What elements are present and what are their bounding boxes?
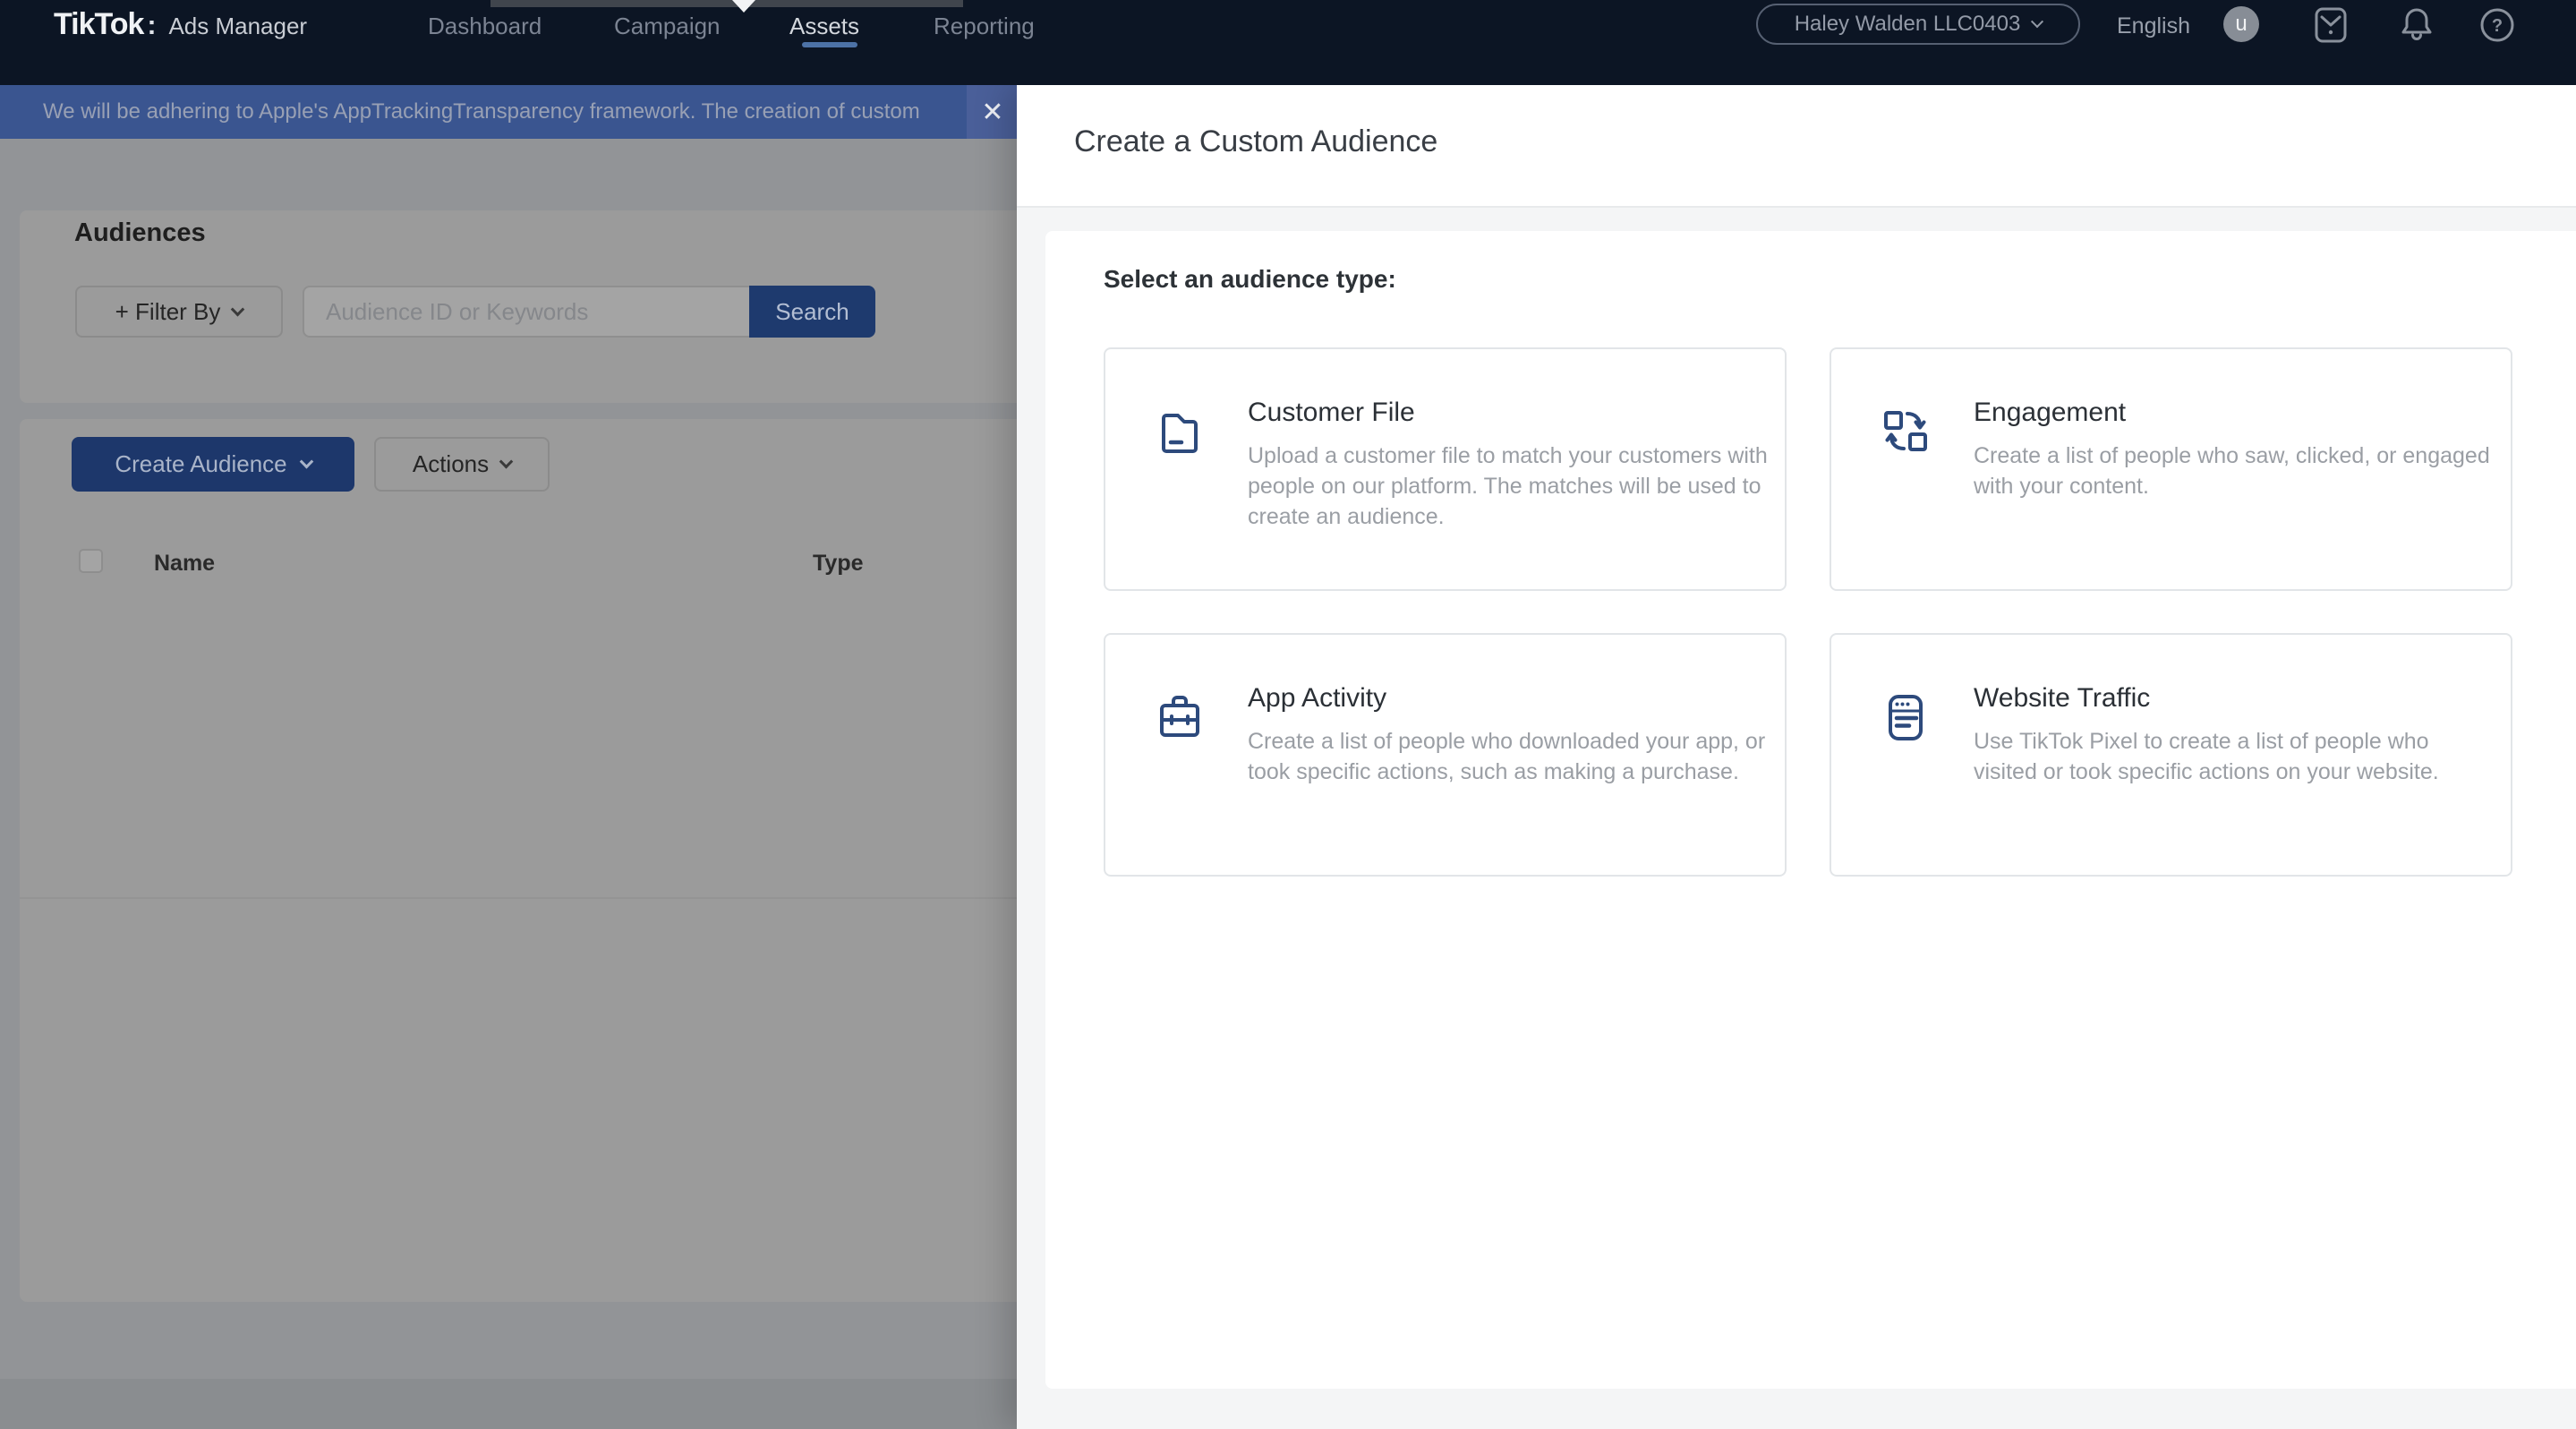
mail-icon (2313, 5, 2349, 45)
chevron-down-icon (499, 455, 514, 469)
search-placeholder: Audience ID or Keywords (326, 298, 588, 326)
nav-item-campaign[interactable]: Campaign (614, 13, 721, 40)
help-button[interactable]: ? (2479, 7, 2515, 43)
notifications-button[interactable] (2399, 7, 2435, 43)
cursor-artifact (732, 0, 755, 13)
nav-item-reporting[interactable]: Reporting (934, 13, 1035, 40)
audience-type-card-website-traffic[interactable]: Website Traffic Use TikTok Pixel to crea… (1830, 633, 2512, 877)
account-name: Haley Walden LLC0403 (1795, 12, 2021, 37)
table-divider (20, 897, 1040, 899)
logo-suffix: Ads Manager (168, 13, 307, 40)
audience-type-card-customer-file[interactable]: Customer File Upload a customer file to … (1104, 347, 1787, 591)
bell-icon (2399, 5, 2435, 45)
search-button[interactable]: Search (749, 286, 875, 338)
page-title: Audiences (74, 218, 206, 248)
banner-close-button[interactable]: ✕ (967, 85, 1019, 139)
nav-item-assets[interactable]: Assets (789, 13, 859, 40)
column-header-type[interactable]: Type (813, 551, 864, 577)
top-nav: TikTok : Ads Manager Dashboard Campaign … (0, 0, 2576, 85)
tiktok-ads-manager-logo[interactable]: TikTok : Ads Manager (54, 7, 307, 42)
card-title: Engagement (1974, 396, 2126, 430)
create-audience-button[interactable]: Create Audience (72, 437, 354, 492)
close-icon: ✕ (981, 97, 1003, 128)
language-selector[interactable]: English (2117, 13, 2190, 39)
audience-type-card-app-activity[interactable]: App Activity Create a list of people who… (1104, 633, 1787, 877)
card-description: Create a list of people who downloaded y… (1248, 726, 1769, 787)
help-icon: ? (2478, 6, 2516, 44)
svg-text:?: ? (2492, 16, 2503, 36)
card-title: App Activity (1248, 681, 1386, 715)
chevron-down-icon (2031, 15, 2043, 28)
account-selector[interactable]: Haley Walden LLC0403 (1756, 4, 2080, 45)
logo-colon: : (147, 11, 156, 41)
browser-window-icon (1879, 690, 1932, 744)
select-all-checkbox[interactable] (79, 549, 103, 573)
search-input[interactable]: Audience ID or Keywords (303, 286, 749, 338)
top-edge-artifact (490, 0, 963, 7)
card-description: Upload a customer file to match your cus… (1248, 441, 1769, 532)
active-tab-underline (802, 42, 857, 47)
actions-button[interactable]: Actions (374, 437, 550, 492)
chevron-down-icon (231, 302, 245, 316)
inbox-button[interactable] (2313, 7, 2349, 43)
create-audience-drawer: Create a Custom Audience Select an audie… (1017, 85, 2576, 1429)
audience-type-card-engagement[interactable]: Engagement Create a list of people who s… (1830, 347, 2512, 591)
folder-file-icon (1153, 405, 1207, 458)
audience-type-prompt: Select an audience type: (1104, 265, 1396, 294)
chevron-down-icon (299, 455, 313, 469)
drawer-title: Create a Custom Audience (1074, 124, 1437, 159)
avatar[interactable]: u (2223, 6, 2259, 42)
card-description: Create a list of people who saw, clicked… (1974, 441, 2495, 501)
notification-banner: We will be adhering to Apple's AppTracki… (0, 85, 1019, 139)
avatar-initial: u (2235, 12, 2247, 37)
banner-message: We will be adhering to Apple's AppTracki… (43, 85, 965, 139)
filter-by-button[interactable]: + Filter By (75, 286, 283, 338)
card-title: Website Traffic (1974, 681, 2150, 715)
drawer-header: Create a Custom Audience (1017, 85, 2576, 208)
app-screen: Audiences + Filter By Audience ID or Key… (0, 0, 2576, 1429)
page-bottom-band (0, 1379, 1038, 1429)
column-header-name[interactable]: Name (154, 551, 215, 577)
nav-item-dashboard[interactable]: Dashboard (428, 13, 542, 40)
briefcase-icon (1153, 690, 1207, 744)
swap-squares-icon (1879, 405, 1932, 458)
drawer-panel: Select an audience type: Customer File U… (1045, 231, 2576, 1389)
card-title: Customer File (1248, 396, 1415, 430)
card-description: Use TikTok Pixel to create a list of peo… (1974, 726, 2495, 787)
tiktok-wordmark: TikTok (54, 7, 143, 42)
